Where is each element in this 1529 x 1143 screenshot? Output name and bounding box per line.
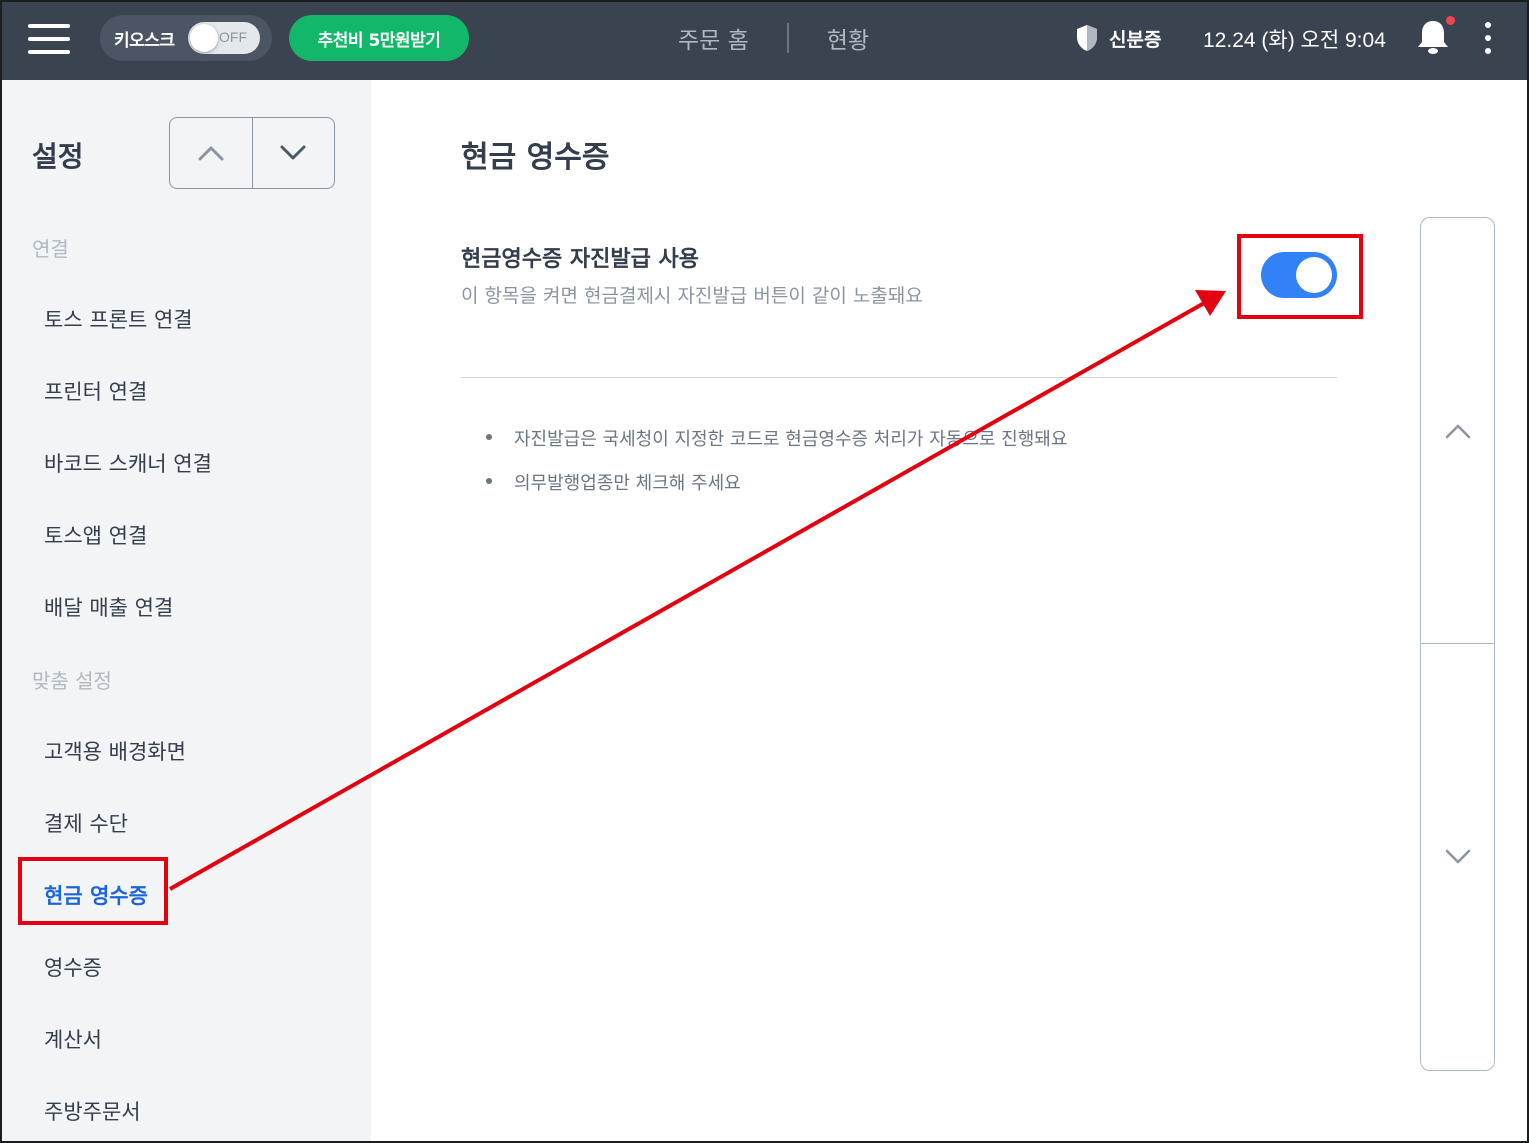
setting-title: 현금영수증 자진발급 사용 [461, 247, 699, 272]
note-item: 의무발행업종만 체크해 주세요 [486, 469, 1067, 513]
sidebar-item-customer-background[interactable]: 고객용 배경화면 [44, 736, 186, 766]
toggle-knob [1296, 257, 1332, 293]
sidebar-item-cash-receipt[interactable]: 현금 영수증 [44, 880, 148, 910]
top-bar: 키오스크 OFF 추천비 5만원받기 주문 홈 현황 신분증 12.24 (화)… [0, 0, 1529, 80]
referral-promo-button[interactable]: 추천비 5만원받기 [289, 15, 469, 61]
chevron-down-icon [280, 145, 306, 160]
notification-dot [1446, 16, 1455, 25]
tab-status[interactable]: 현황 [789, 21, 907, 55]
sidebar-item-receipt[interactable]: 영수증 [44, 952, 102, 982]
sidebar-item-kitchen-order[interactable]: 주방주문서 [44, 1096, 141, 1126]
divider [461, 377, 1337, 378]
sidebar-nav-arrows [169, 117, 335, 189]
shield-icon [1077, 25, 1097, 51]
id-card-label: 신분증 [1109, 28, 1162, 51]
sidebar-title: 설정 [32, 140, 84, 173]
section-label-custom: 맞춤 설정 [32, 669, 112, 693]
kiosk-switch[interactable]: OFF [188, 22, 260, 54]
kiosk-label: 키오스크 [114, 30, 175, 51]
page-scroll-panel [1420, 217, 1495, 1071]
scroll-down-button[interactable] [1421, 644, 1494, 1070]
datetime-display: 12.24 (화) 오전 9:04 [1203, 29, 1386, 52]
sidebar-up-button[interactable] [170, 118, 252, 188]
kiosk-state: OFF [219, 29, 247, 45]
sidebar-item-toss-app[interactable]: 토스앱 연결 [44, 520, 147, 550]
page-title: 현금 영수증 [461, 140, 610, 175]
id-card-button[interactable]: 신분증 [1075, 22, 1161, 54]
note-item: 자진발급은 국세청이 지정한 코드로 현금영수증 처리가 자동으로 진행돼요 [486, 425, 1067, 469]
kiosk-switch-knob [190, 24, 218, 52]
chevron-up-icon [1445, 424, 1470, 438]
sidebar-item-toss-front[interactable]: 토스 프론트 연결 [44, 304, 193, 334]
kiosk-toggle[interactable]: 키오스크 OFF [100, 15, 272, 61]
notes-list: 자진발급은 국세청이 지정한 코드로 현금영수증 처리가 자동으로 진행돼요 의… [486, 425, 1067, 513]
bell-icon [1418, 21, 1448, 54]
nav-tabs: 주문 홈 현황 [640, 18, 907, 58]
notification-bell-icon[interactable] [1415, 16, 1455, 57]
more-menu-icon[interactable] [1478, 22, 1498, 54]
chevron-down-icon [1445, 849, 1470, 864]
scroll-up-button[interactable] [1421, 218, 1494, 644]
sidebar-item-barcode-scanner[interactable]: 바코드 스캐너 연결 [44, 448, 212, 478]
self-issue-toggle[interactable] [1261, 252, 1337, 298]
sidebar-item-printer[interactable]: 프린터 연결 [44, 376, 147, 406]
sidebar-item-delivery-sales[interactable]: 배달 매출 연결 [44, 592, 173, 622]
chevron-up-icon [198, 146, 224, 161]
settings-sidebar: 설정 연결 토스 프론트 연결 프린터 연결 바코드 스캐너 연결 토스앱 연결… [0, 80, 371, 1143]
sidebar-down-button[interactable] [251, 118, 335, 188]
sidebar-item-invoice[interactable]: 계산서 [44, 1024, 102, 1054]
sidebar-item-payment-methods[interactable]: 결제 수단 [44, 808, 128, 838]
hamburger-menu-icon[interactable] [28, 24, 70, 54]
section-label-connection: 연결 [32, 237, 69, 261]
tab-order-home[interactable]: 주문 홈 [640, 21, 787, 55]
setting-description: 이 항목을 켜면 현금결제시 자진발급 버튼이 같이 노출돼요 [461, 285, 923, 307]
